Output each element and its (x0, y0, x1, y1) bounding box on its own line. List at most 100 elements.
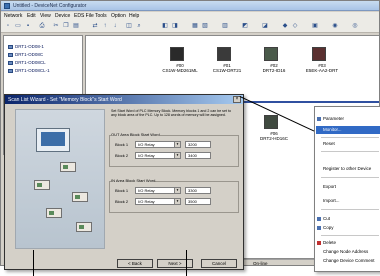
menu-item-reset[interactable]: Reset (323, 140, 335, 148)
new-icon[interactable]: ▫ (4, 22, 12, 30)
download-icon[interactable]: ↓ (111, 22, 119, 30)
device-label: #06 DRT2-HD16C (260, 131, 288, 141)
paste-icon[interactable]: ▤ (72, 22, 80, 30)
menu-network[interactable]: Network (4, 13, 22, 19)
menu-help[interactable]: Help (129, 13, 139, 19)
in-block1-word-input[interactable]: 3300 (185, 187, 211, 194)
toolbar-button[interactable]: ◪ (261, 22, 269, 30)
menu-item-delete[interactable]: Delete (323, 239, 336, 247)
menu-separator (321, 209, 379, 210)
in-block2-label: Block 2 (115, 199, 129, 204)
menu-bar: Network Edit View Device EDS File Tools … (1, 12, 379, 20)
toolbar-button[interactable]: ▣ (311, 22, 319, 30)
chevron-down-icon[interactable]: ▼ (174, 188, 180, 193)
wizard-description: Set Start Word of PLC Memory Block. Memo… (111, 109, 231, 118)
out-block1-area-select[interactable]: I/O Relay ▼ (135, 141, 181, 148)
in-block1-area-select[interactable]: I/O Relay ▼ (135, 187, 181, 194)
in-area-group (109, 181, 239, 213)
back-button[interactable]: < Back (117, 259, 153, 268)
plc-unit-icon (170, 47, 184, 61)
device-box-icon (76, 222, 92, 232)
device-label: #03 E5EK-AA2-DRT (305, 63, 339, 73)
toolbar-button[interactable]: ▦ (191, 22, 199, 30)
menu-item-change-node-address[interactable]: Change Node Address (323, 248, 368, 256)
scan-list-wizard-dialog: Scan List Wizard - Set "Memory Block"s S… (4, 94, 244, 270)
menu-separator (321, 235, 379, 236)
tree-item[interactable]: DRT1-OD08CL (8, 60, 46, 67)
device-node-02[interactable]: #02 DRT2-ID16 (253, 47, 295, 75)
menu-item-monitor[interactable]: Monitor... (316, 126, 380, 134)
next-button[interactable]: Next > (157, 259, 193, 268)
toolbar-button[interactable]: ◩ (241, 22, 249, 30)
wizard-illustration (15, 109, 105, 249)
callout-line (186, 250, 187, 276)
menu-edit[interactable]: Edit (27, 13, 36, 19)
menu-item-import[interactable]: Import... (323, 197, 340, 205)
menu-item-copy[interactable]: Copy (323, 224, 334, 232)
device-label: #00 CS1W-MD261ML (162, 63, 198, 73)
toolbar: ▫ ▭ ▪ ⎙ ✂ ❐ ▤ ⇄ ↑ ↓ ◫ ⌕ ◧ ◨ ▦ ▧ ▥ ◩ ◪ ◆ … (1, 20, 379, 33)
upload-icon[interactable]: ↑ (101, 22, 109, 30)
menu-item-cut[interactable]: Cut (323, 215, 330, 223)
monitor-icon[interactable]: ◫ (125, 22, 133, 30)
toolbar-button[interactable]: ◉ (331, 22, 339, 30)
menu-eds-file[interactable]: EDS File (74, 13, 94, 19)
device-node-03[interactable]: #03 E5EK-AA2-DRT (301, 47, 343, 75)
dialog-title-bar: Scan List Wizard - Set "Memory Block"s S… (5, 95, 243, 104)
callout-line (33, 250, 34, 276)
device-node-icon (8, 52, 13, 57)
toolbar-button[interactable]: ◎ (351, 22, 359, 30)
menu-tools[interactable]: Tools (95, 13, 107, 19)
device-box-icon (34, 180, 50, 190)
device-node-00[interactable]: #00 CS1W-MD261ML (159, 47, 201, 75)
menu-view[interactable]: View (40, 13, 51, 19)
device-context-menu: Parameter Monitor... Reset Register to o… (314, 106, 380, 272)
menu-item-parameter[interactable]: Parameter (323, 115, 344, 123)
menu-item-export[interactable]: Export (323, 183, 336, 191)
menu-separator (321, 177, 379, 178)
delete-icon (317, 241, 321, 245)
toolbar-button[interactable]: ◇ (291, 22, 299, 30)
app-icon (4, 3, 10, 9)
status-mode: On-line (253, 261, 268, 266)
toolbar-button[interactable]: ▥ (221, 22, 229, 30)
chevron-down-icon[interactable]: ▼ (174, 153, 180, 158)
device-label: #02 DRT2-ID16 (262, 63, 286, 73)
chevron-down-icon[interactable]: ▼ (174, 142, 180, 147)
out-block2-area-select[interactable]: I/O Relay ▼ (135, 152, 181, 159)
tree-item[interactable]: DRT1-OD08-1 (8, 44, 44, 51)
device-node-01[interactable]: #01 CS1W-DRT21 (206, 47, 248, 75)
menu-item-register-to-other-device[interactable]: Register to other Device (323, 165, 371, 173)
title-bar: Untitled - DeviceNet Configurator (1, 1, 379, 11)
in-area-label: IN Area Block Start Word (111, 178, 156, 183)
window-title: Untitled - DeviceNet Configurator (13, 3, 87, 9)
save-icon[interactable]: ▪ (24, 22, 32, 30)
menu-option[interactable]: Option (111, 13, 126, 19)
toolbar-button[interactable]: ◧ (161, 22, 169, 30)
copy-icon (317, 226, 321, 230)
out-block1-word-input[interactable]: 3200 (185, 141, 211, 148)
toolbar-button[interactable]: ◆ (281, 22, 289, 30)
open-icon[interactable]: ▭ (14, 22, 22, 30)
out-block2-word-input[interactable]: 3400 (185, 152, 211, 159)
toolbar-button[interactable]: ◨ (171, 22, 179, 30)
print-icon[interactable]: ⎙ (38, 22, 46, 30)
cut-icon[interactable]: ✂ (52, 22, 60, 30)
device-box-icon (60, 162, 76, 172)
in-block2-word-input[interactable]: 3500 (185, 198, 211, 205)
toolbar-button[interactable]: ▧ (201, 22, 209, 30)
cancel-button[interactable]: Cancel (201, 259, 237, 268)
io-unit-icon (264, 115, 278, 129)
in-block2-area-select[interactable]: I/O Relay ▼ (135, 198, 181, 205)
menu-item-change-device-comment[interactable]: Change Device Comment (323, 257, 375, 265)
connect-icon[interactable]: ⇄ (91, 22, 99, 30)
device-box-icon (46, 208, 62, 218)
tree-item[interactable]: DRT1-OD08CL-1 (8, 68, 50, 75)
chevron-down-icon[interactable]: ▼ (174, 199, 180, 204)
zoom-icon[interactable]: ⌕ (135, 22, 143, 30)
tree-item[interactable]: DRT1-OD08C (8, 52, 43, 59)
menu-device[interactable]: Device (55, 13, 70, 19)
cut-icon (317, 217, 321, 221)
copy-icon[interactable]: ❐ (62, 22, 70, 30)
computer-icon (36, 128, 70, 152)
